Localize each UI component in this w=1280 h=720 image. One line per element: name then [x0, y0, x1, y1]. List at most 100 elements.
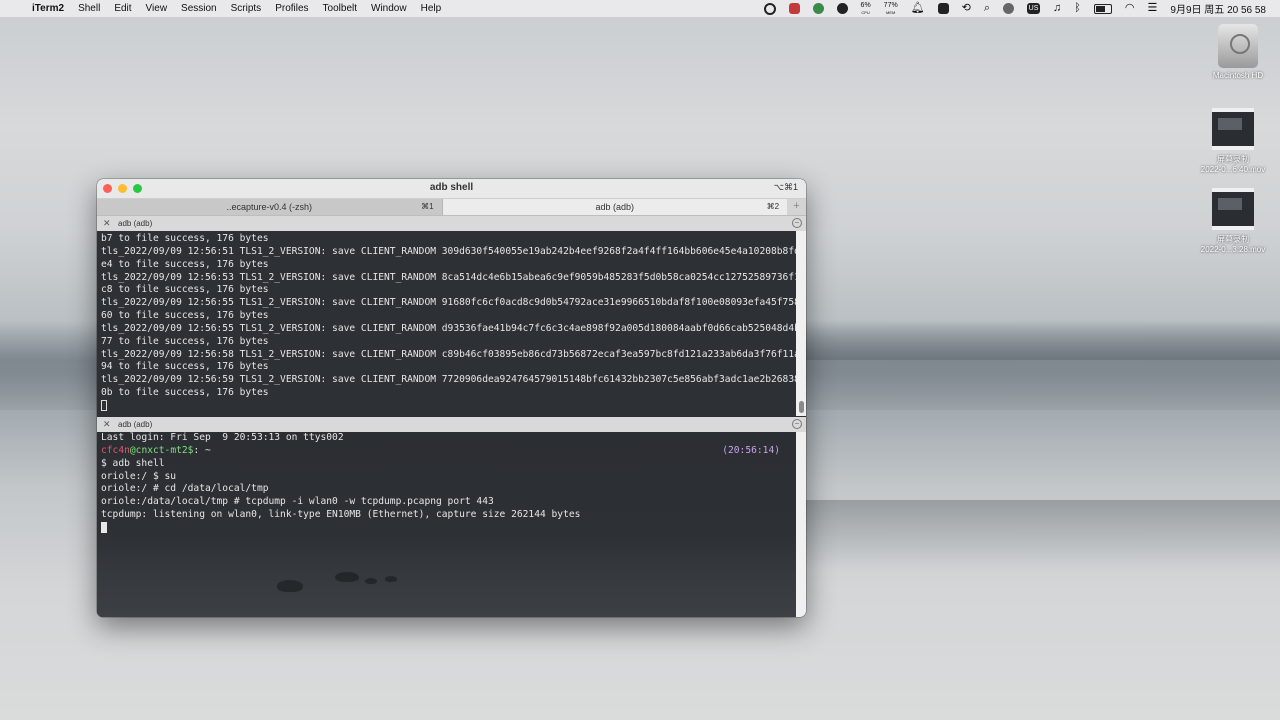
mem-value: 77%: [883, 1, 898, 9]
pane-header-bottom[interactable]: ✕ adb (adb) –: [97, 417, 806, 432]
desktop-wallpaper-reflection: [800, 500, 1280, 570]
output-line: b7 to file success, 176 bytes: [101, 233, 269, 244]
output-line: oriole:/ $ su: [101, 470, 177, 482]
desktop-wallpaper-treeline: [800, 320, 1280, 360]
tab-adb[interactable]: adb (adb) ⌘2: [442, 199, 788, 215]
menu-toolbelt[interactable]: Toolbelt: [318, 3, 366, 14]
record-icon[interactable]: [763, 2, 776, 15]
menu-app-name[interactable]: iTerm2: [26, 3, 73, 14]
terminal-output: b7 to file success, 176 bytes tls_2022/09…: [101, 233, 800, 414]
menu-profiles[interactable]: Profiles: [270, 3, 317, 14]
output-line: 60 to file success, 176 bytes: [101, 310, 269, 322]
maximize-pane-icon[interactable]: –: [792, 419, 802, 429]
terminal-window: adb shell ⌥⌘1 ..ecapture-v0.4 (-zsh) ⌘1 …: [97, 179, 806, 617]
output-line: 0b to file success, 176 bytes: [101, 387, 269, 399]
menu-clock[interactable]: 9月9日 周五 20 56 58: [1170, 1, 1266, 16]
control-center-icon[interactable]: ☰: [1148, 3, 1158, 14]
window-title: adb shell: [429, 182, 474, 193]
output-line: oriole:/data/local/tmp # tcpdump -i wlan…: [101, 496, 494, 508]
cpu-meter[interactable]: 6% CPU: [861, 2, 871, 16]
search-icon[interactable]: ⌕: [984, 3, 990, 14]
desktop-icon-label: 屏幕录制: [1217, 155, 1249, 164]
output-line: 77 to file success, 176 bytes: [101, 335, 269, 347]
maximize-pane-icon[interactable]: –: [792, 218, 802, 228]
menu-session[interactable]: Session: [176, 3, 226, 14]
output-line: tls_2022/09/09 12:56:55 TLS1_2_VERSION: …: [101, 322, 800, 334]
menu-bar: iTerm2 Shell Edit View Session Scripts P…: [0, 0, 1280, 17]
tab-shortcut: ⌘2: [766, 202, 780, 211]
new-tab-button[interactable]: +: [787, 199, 806, 215]
tab-ecapture[interactable]: ..ecapture-v0.4 (-zsh) ⌘1: [97, 199, 443, 215]
prompt-host: @cnxct-mt2$: [129, 444, 194, 456]
tab-bar: ..ecapture-v0.4 (-zsh) ⌘1 adb (adb) ⌘2 +: [97, 199, 806, 216]
tab-shortcut: ⌘1: [421, 202, 434, 211]
movie-file-icon: [1212, 108, 1254, 150]
window-titlebar[interactable]: adb shell ⌥⌘1: [97, 179, 806, 199]
scrollbar-top-pane[interactable]: [796, 231, 806, 416]
movie-file-icon: [1212, 188, 1254, 230]
mem-label: MEM: [886, 9, 896, 15]
headphones-icon[interactable]: ♫: [1053, 3, 1061, 14]
menu-shell[interactable]: Shell: [73, 3, 109, 14]
menu-scripts[interactable]: Scripts: [226, 3, 271, 14]
battery-icon[interactable]: [1093, 3, 1112, 14]
window-shortcut: ⌥⌘1: [773, 182, 798, 192]
prompt-user: cfc4n: [101, 444, 130, 456]
mem-meter[interactable]: 77% MEM: [884, 2, 898, 16]
terminal-pane-top[interactable]: b7 to file success, 176 bytes tls_2022/09…: [97, 231, 806, 416]
output-line: oriole:/ # cd /data/local/tmp: [101, 483, 269, 495]
close-pane-icon[interactable]: ✕: [103, 419, 111, 430]
time-machine-icon[interactable]: ⟲: [962, 3, 971, 14]
output-line: c8 to file success, 176 bytes: [101, 284, 269, 296]
input-source-icon[interactable]: US: [1027, 3, 1041, 14]
output-line: tls_2022/09/09 12:56:51 TLS1_2_VERSION: …: [101, 245, 800, 257]
m-app-icon[interactable]: [937, 3, 949, 14]
scrollbar-thumb[interactable]: [799, 401, 804, 413]
output-line: tls_2022/09/09 12:56:58 TLS1_2_VERSION: …: [101, 348, 800, 360]
siri-icon[interactable]: [1003, 3, 1015, 14]
frog-app-icon[interactable]: [812, 3, 824, 14]
wallpaper-ducks: [277, 572, 407, 602]
terminal-output: Last login: Fri Sep 9 20:53:13 on ttys00…: [101, 432, 792, 536]
status-area: 6% CPU 77% MEM 🔔︎ ⟲ ⌕ US ♫ ᛒ ◠ ☰ 9月9日 周五…: [763, 1, 1280, 16]
menu-view[interactable]: View: [141, 3, 177, 14]
cloud-app-icon[interactable]: [836, 3, 848, 14]
output-line: 94 to file success, 176 bytes: [101, 361, 269, 373]
hard-drive-icon: [1218, 24, 1258, 68]
desktop-icon-filename: 2022-0...3.28.mov: [1200, 245, 1266, 254]
pane-title: adb (adb): [118, 219, 153, 228]
terminal-cursor: [101, 521, 107, 533]
bell-icon[interactable]: 🔔︎: [911, 3, 925, 14]
last-login-line: Last login: Fri Sep 9 20:53:13 on ttys00…: [101, 432, 344, 443]
pane-header-top[interactable]: ✕ adb (adb) –: [97, 216, 806, 231]
wifi-icon[interactable]: ◠: [1125, 3, 1135, 14]
menu-edit[interactable]: Edit: [109, 3, 140, 14]
terminal-pane-bottom[interactable]: Last login: Fri Sep 9 20:53:13 on ttys00…: [97, 432, 806, 617]
cpu-value: 6%: [860, 1, 871, 9]
desktop-icon-movie-1[interactable]: 屏幕录制 2022-0...6.40.mov: [1188, 108, 1278, 174]
cpu-label: CPU: [861, 9, 870, 15]
prompt-timestamp: (20:56:14): [722, 445, 780, 456]
desktop-icon-filename: 2022-0...6.40.mov: [1200, 165, 1266, 174]
prompt-line: cfc4n@cnxct-mt2$: ~: [101, 445, 792, 458]
output-line: tls_2022/09/09 12:56:53 TLS1_2_VERSION: …: [101, 271, 800, 283]
output-line: $ adb shell: [101, 457, 165, 469]
desktop-icon-movie-2[interactable]: 屏幕录制 2022-0...3.28.mov: [1188, 188, 1278, 254]
menu-window[interactable]: Window: [366, 3, 416, 14]
desktop-icon-label: 屏幕录制: [1217, 235, 1249, 244]
close-pane-icon[interactable]: ✕: [103, 218, 111, 229]
tab-label: ..ecapture-v0.4 (-zsh): [226, 202, 313, 212]
output-line: tcpdump: listening on wlan0, link-type E…: [101, 509, 581, 521]
bluetooth-icon[interactable]: ᛒ: [1074, 3, 1081, 14]
pane-title: adb (adb): [118, 420, 153, 429]
screen-capture-icon[interactable]: [788, 3, 800, 14]
desktop-icon-label: Macintosh HD: [1212, 71, 1264, 80]
terminal-cursor: [101, 399, 107, 411]
prompt-path: : ~: [193, 444, 211, 456]
tab-label: adb (adb): [595, 202, 635, 212]
output-line: e4 to file success, 176 bytes: [101, 258, 269, 270]
scrollbar-bottom-pane[interactable]: [796, 432, 806, 617]
desktop-icon-macintosh-hd[interactable]: Macintosh HD: [1193, 24, 1280, 80]
menu-help[interactable]: Help: [416, 3, 451, 14]
output-line: tls_2022/09/09 12:56:55 TLS1_2_VERSION: …: [101, 297, 800, 309]
